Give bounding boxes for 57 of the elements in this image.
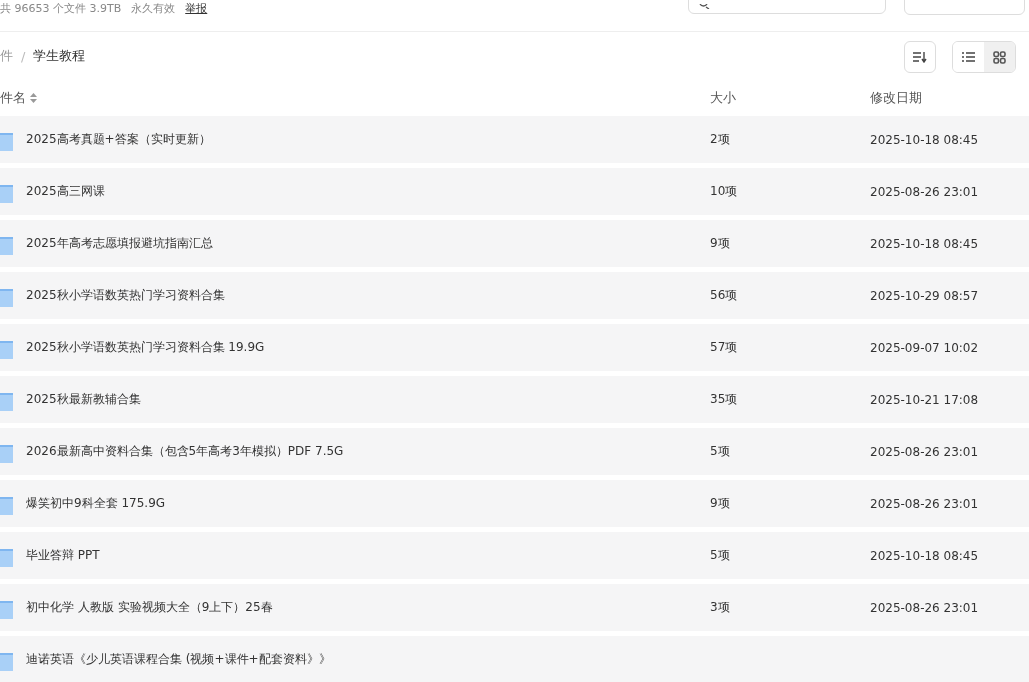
modified-date: 2025-09-07 10:02: [870, 340, 979, 355]
file-size: 3项: [710, 600, 730, 614]
column-header[interactable]: 件名: [0, 89, 26, 107]
file-row[interactable]: 2025高三网课 10项 2025-08-26 23:01: [0, 168, 1029, 215]
share-summary: 共 96653 个文件 3.9TB: [0, 1, 122, 16]
file-name: 2025秋小学语数英热门学习资料合集 19.9G: [26, 339, 265, 356]
modified-date: 2025-10-18 08:45: [870, 548, 979, 563]
file-size: 5项: [710, 444, 730, 458]
file-name: 2025高考真题+答案（实时更新）: [26, 131, 211, 148]
file-size: 9项: [710, 496, 730, 510]
breadcrumb-item: 学生教程: [33, 47, 86, 65]
file-name: 初中化学 人教版 实验视频大全（9上下）25春: [26, 599, 273, 616]
file-name: 2025年高考志愿填报避坑指南汇总: [26, 235, 213, 252]
file-row[interactable]: 爆笑初中9科全套 175.9G 9项 2025-08-26 23:01: [0, 480, 1029, 527]
modified-date: 2025-10-18 08:45: [870, 236, 979, 251]
file-name: 爆笑初中9科全套 175.9G: [26, 495, 166, 512]
file-name: 迪诺英语《少儿英语课程合集 (视频+课件+配套资料》》: [26, 651, 331, 668]
sort-icon: [913, 51, 927, 63]
file-name: 2025高三网课: [26, 183, 105, 200]
file-size: 57项: [710, 340, 738, 354]
modified-date: 2025-08-26 23:01: [870, 444, 979, 459]
modified-date: 2025-10-29 08:57: [870, 288, 979, 303]
view-toggle-button[interactable]: [984, 42, 1015, 72]
file-name: 2026最新高中资料合集（包含5年高考3年模拟）PDF 7.5G: [26, 443, 344, 460]
validity-text: 永久有效: [131, 1, 176, 16]
modified-date: 2025-10-18 08:45: [870, 132, 979, 147]
sort-toggle-icon: [30, 93, 37, 103]
file-row[interactable]: 2025年高考志愿填报避坑指南汇总 9项 2025-10-18 08:45: [0, 220, 1029, 267]
file-row[interactable]: 2026最新高中资料合集（包含5年高考3年模拟）PDF 7.5G 5项 2025-08-26 23:01: [0, 428, 1029, 475]
file-name: 2025秋最新教辅合集: [26, 391, 141, 408]
file-size: 35项: [710, 392, 738, 406]
column-header[interactable]: 大小: [710, 89, 736, 107]
file-row[interactable]: 迪诺英语《少儿英语课程合集 (视频+课件+配套资料》》: [0, 636, 1029, 682]
file-name: 毕业答辩 PPT: [26, 547, 100, 564]
file-row[interactable]: 2025秋小学语数英热门学习资料合集 56项 2025-10-29 08:57: [0, 272, 1029, 319]
modified-date: 2025-08-26 23:01: [870, 496, 979, 511]
modified-date: 2025-08-26 23:01: [870, 600, 979, 615]
file-size: 56项: [710, 288, 738, 302]
search-icon: [699, 4, 710, 9]
file-row[interactable]: 初中化学 人教版 实验视频大全（9上下）25春 3项 2025-08-26 23:01: [0, 584, 1029, 631]
file-size: 5项: [710, 548, 730, 562]
file-row[interactable]: 毕业答辩 PPT 5项 2025-10-18 08:45: [0, 532, 1029, 579]
file-row[interactable]: 2025秋小学语数英热门学习资料合集 19.9G 57项 2025-09-07 10:02: [0, 324, 1029, 371]
list-view-icon: [962, 52, 975, 62]
sort-button[interactable]: [904, 41, 936, 73]
file-row[interactable]: 2025高考真题+答案（实时更新） 2项 2025-10-18 08:45: [0, 116, 1029, 163]
modified-date: 2025-10-21 17:08: [870, 392, 979, 407]
file-size: 10项: [710, 184, 738, 198]
grid-view-icon: [993, 50, 1006, 64]
file-size: 2项: [710, 132, 730, 146]
file-size: 9项: [710, 236, 730, 250]
modified-date: 2025-08-26 23:01: [870, 184, 979, 199]
file-row[interactable]: 2025秋最新教辅合集 35项 2025-10-21 17:08: [0, 376, 1029, 423]
file-name: 2025秋小学语数英热门学习资料合集: [26, 287, 225, 304]
breadcrumb-separator: /: [21, 48, 26, 64]
report-link[interactable]: 举报: [185, 1, 208, 16]
column-header[interactable]: 修改日期: [870, 89, 922, 107]
